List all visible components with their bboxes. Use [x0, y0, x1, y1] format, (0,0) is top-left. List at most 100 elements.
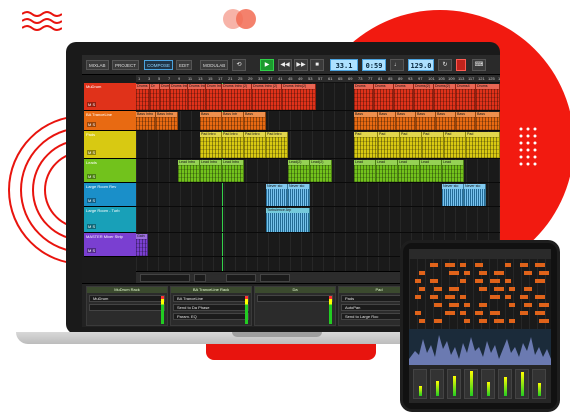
clip[interactable]: Lead — [354, 160, 376, 182]
track-lane[interactable]: Never sto Never sto Never sto Never sto — [136, 183, 500, 207]
clip[interactable]: Lead(2) — [310, 160, 332, 182]
clip[interactable]: Drums — [394, 84, 414, 110]
clip[interactable]: Pad — [422, 132, 444, 158]
rack-device[interactable]: BA TranceLine — [173, 295, 249, 302]
mode-mixlab-tab[interactable]: MIXLAB — [86, 60, 109, 70]
clip[interactable]: Drums Intro(2) — [282, 84, 316, 110]
clip[interactable]: Bass — [416, 112, 436, 130]
tempo-display[interactable]: 129.0 — [408, 59, 434, 71]
zoom-slot[interactable] — [140, 274, 190, 282]
timeline-ruler[interactable]: 1 3 5 7 9 11 13 15 17 21 25 29 33 37 41 45 49 53 57 61 65 69 7… — [136, 75, 500, 83]
mute-solo-buttons[interactable]: M S — [87, 174, 97, 179]
clip[interactable]: Bass — [354, 112, 378, 130]
mute-solo-buttons[interactable]: M S — [87, 198, 97, 203]
clip[interactable]: Pad Intro — [200, 132, 222, 158]
mode-modulab-tab[interactable]: MODULAB — [200, 60, 229, 70]
clip[interactable]: Pad — [466, 132, 500, 158]
scroll-slot[interactable] — [260, 274, 290, 282]
loop-button[interactable]: ⟲ — [232, 59, 246, 71]
clip[interactable]: Lead Intro — [222, 160, 244, 182]
clip[interactable]: Drums — [374, 84, 394, 110]
clip[interactable]: Bass Intro — [136, 112, 156, 130]
clip[interactable]: Pad Intro — [244, 132, 266, 158]
clip[interactable]: Turbulence Arp — [266, 208, 310, 232]
clip[interactable]: Drums — [354, 84, 374, 110]
clip[interactable]: Bass Intro — [156, 112, 178, 130]
scroll-slot[interactable] — [226, 274, 256, 282]
instrument-rack[interactable]: BA TranceLine Rack BA TranceLine Send to D… — [170, 286, 252, 326]
clip[interactable]: Lead — [398, 160, 420, 182]
track-header[interactable]: MuDrum M S — [84, 83, 136, 111]
clip[interactable]: Pad Intro — [266, 132, 288, 158]
clip[interactable]: Drums — [476, 84, 500, 110]
clip[interactable]: Never sto — [266, 184, 288, 206]
clip[interactable]: Gain — [136, 234, 148, 256]
clip[interactable]: Never sto — [464, 184, 486, 206]
clip[interactable]: Drums4 — [456, 84, 476, 110]
mute-solo-buttons[interactable]: M S — [87, 248, 97, 253]
track-lane[interactable]: Bass Intro Bass Intro Bass Bass Intr Bass Bas… — [136, 111, 500, 131]
record-button[interactable] — [456, 59, 466, 71]
clip[interactable]: Bass — [476, 112, 500, 130]
scroll-slot[interactable] — [194, 274, 206, 282]
clip[interactable]: Bass — [396, 112, 416, 130]
clip[interactable]: Lead — [420, 160, 442, 182]
clip[interactable]: Pad — [354, 132, 378, 158]
mode-project-tab[interactable]: PROJECT — [112, 60, 140, 70]
clip[interactable]: Lead(2) — [288, 160, 310, 182]
metronome-button[interactable]: ♩ — [390, 59, 404, 71]
clip[interactable]: Dr — [150, 84, 160, 110]
clip[interactable]: Drums Intro (2) — [252, 84, 282, 110]
forward-button[interactable]: ▶▶ — [294, 59, 308, 71]
track-header[interactable]: Pads M S — [84, 131, 136, 159]
track-lane[interactable]: Pad Intro Pad Intro Pad Intro Pad Intro Pad P… — [136, 131, 500, 159]
track-header[interactable]: Large Room - Turb M S — [84, 207, 136, 233]
clip[interactable]: Drums Intro — [188, 84, 206, 110]
mode-compose-tab[interactable]: COMPOSE — [144, 60, 174, 70]
mute-solo-buttons[interactable]: M S — [87, 102, 97, 107]
mode-edit-tab[interactable]: EDIT — [176, 60, 193, 70]
clip[interactable]: Lead — [442, 160, 464, 182]
rewind-button[interactable]: ◀◀ — [278, 59, 292, 71]
clip[interactable]: Drums — [160, 84, 170, 110]
mute-solo-buttons[interactable]: M S — [87, 224, 97, 229]
clip[interactable]: Bass — [436, 112, 456, 130]
clip[interactable]: Never sto — [442, 184, 464, 206]
track-header[interactable]: BA TranceLine M S — [84, 111, 136, 131]
sync-button[interactable]: ↻ — [438, 59, 452, 71]
track-header[interactable]: MASTER Mixer Strip M S — [84, 233, 136, 257]
rack-device[interactable]: Send to Da Phase — [173, 304, 249, 311]
instrument-rack[interactable]: Da — [254, 286, 336, 326]
clip[interactable]: Drums(2) — [414, 84, 434, 110]
rack-device[interactable]: MuDrum — [89, 295, 165, 302]
rack-device[interactable]: Param. EQ — [173, 313, 249, 320]
clip[interactable]: Bass — [200, 112, 222, 130]
clip[interactable]: Drum Intr — [206, 84, 222, 110]
rack-device[interactable] — [89, 304, 165, 311]
clip[interactable]: Pad — [444, 132, 466, 158]
clip[interactable]: Bass — [244, 112, 266, 130]
clip[interactable]: Bass — [456, 112, 476, 130]
clip[interactable]: Lead Intro — [178, 160, 200, 182]
stop-button[interactable]: ■ — [310, 59, 324, 71]
clip[interactable]: Lead Intro — [200, 160, 222, 182]
clip[interactable]: Bass Intr — [222, 112, 244, 130]
track-header[interactable]: Large Room Rev M S — [84, 183, 136, 207]
keyboard-button[interactable]: ⌨ — [472, 59, 486, 71]
track-lane[interactable]: Lead Intro Lead Intro Lead Intro Lead(2) Lea… — [136, 159, 500, 183]
clip[interactable]: Drums — [136, 84, 150, 110]
track-lane[interactable]: DrumsDrDrumsDrums IntroDrums IntroDrum I… — [136, 83, 500, 111]
mute-solo-buttons[interactable]: M S — [87, 122, 97, 127]
play-button[interactable]: ▶ — [260, 59, 274, 71]
clip[interactable]: Pad — [378, 132, 400, 158]
clip[interactable]: Bass — [378, 112, 396, 130]
clip[interactable]: Drums Intro (2) — [222, 84, 252, 110]
track-lane[interactable]: Turbulence Arp — [136, 207, 500, 233]
rack-device[interactable] — [257, 295, 333, 302]
clip[interactable]: Pad — [400, 132, 422, 158]
clip[interactable]: Never sto — [288, 184, 310, 206]
instrument-rack[interactable]: MuDrum Rack MuDrum — [86, 286, 168, 326]
mute-solo-buttons[interactable]: M S — [87, 150, 97, 155]
clip[interactable]: Drums Intro — [170, 84, 188, 110]
track-header[interactable]: Leads M S — [84, 159, 136, 183]
